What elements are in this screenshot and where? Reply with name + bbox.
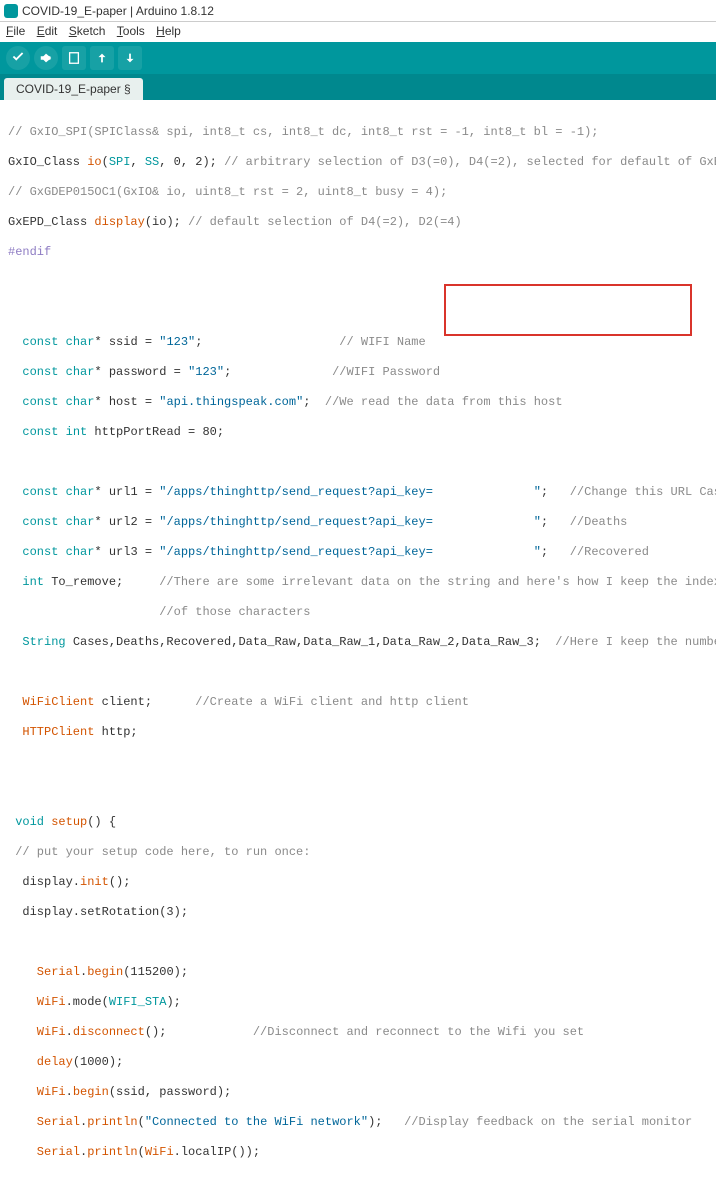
window-title: COVID-19_E-paper | Arduino 1.8.12 — [22, 4, 214, 18]
menu-edit[interactable]: Edit — [37, 24, 58, 38]
menu-bar: File Edit Sketch Tools Help — [0, 22, 716, 42]
menu-file[interactable]: File — [6, 24, 25, 38]
save-button[interactable] — [118, 46, 142, 70]
toolbar — [0, 42, 716, 74]
sketch-tab[interactable]: COVID-19_E-paper § — [4, 78, 143, 100]
menu-tools[interactable]: Tools — [117, 24, 145, 38]
open-button[interactable] — [90, 46, 114, 70]
menu-sketch[interactable]: Sketch — [69, 24, 106, 38]
window-title-bar: COVID-19_E-paper | Arduino 1.8.12 — [0, 0, 716, 22]
menu-help[interactable]: Help — [156, 24, 181, 38]
verify-button[interactable] — [6, 46, 30, 70]
code-comment: // GxIO_SPI(SPIClass& spi, int8_t cs, in… — [8, 125, 599, 139]
new-button[interactable] — [62, 46, 86, 70]
tab-bar: COVID-19_E-paper § — [0, 74, 716, 100]
upload-button[interactable] — [34, 46, 58, 70]
code-editor[interactable]: // GxIO_SPI(SPIClass& spi, int8_t cs, in… — [0, 100, 716, 1200]
arduino-app-icon — [4, 4, 18, 18]
